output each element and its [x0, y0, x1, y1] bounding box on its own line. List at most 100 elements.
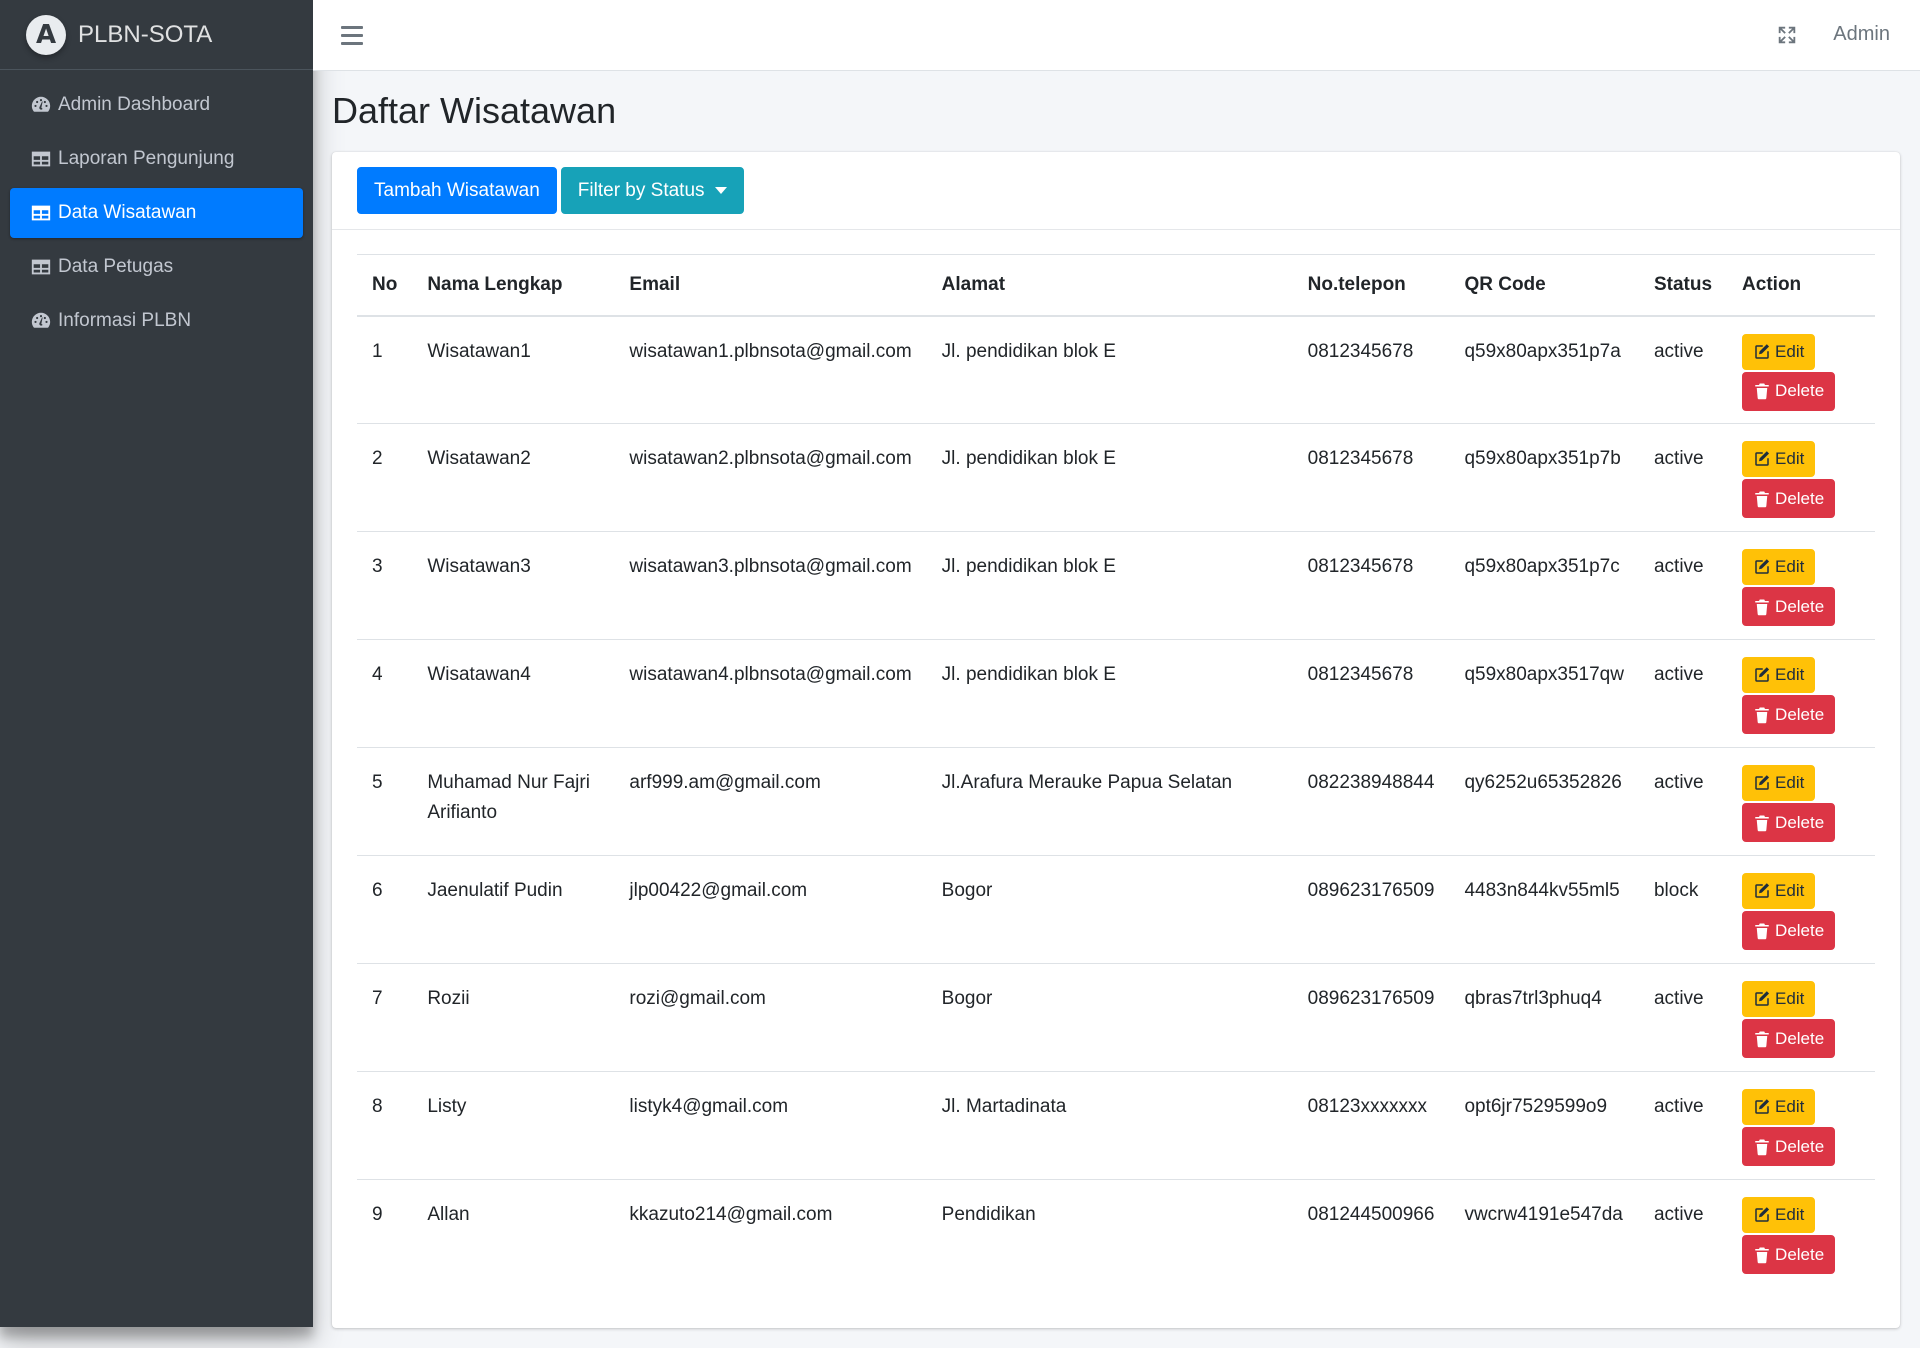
page-title: Daftar Wisatawan	[332, 90, 617, 131]
delete-button[interactable]: Delete	[1742, 371, 1836, 411]
sidebar-item-label: Admin Dashboard	[58, 94, 211, 115]
status-cell: active	[1638, 315, 1728, 424]
full-name-cell: Wisatawan3	[412, 531, 615, 640]
topbar: Admin	[313, 0, 1920, 71]
edit-label: Edit	[1775, 1097, 1805, 1116]
brand-link[interactable]: A PLBN-SOTA	[0, 0, 313, 70]
sidebar-item-label: Laporan Pengunjung	[58, 148, 235, 169]
edit-button[interactable]: Edit	[1742, 765, 1816, 801]
action-cell: Edit Delete	[1727, 315, 1875, 424]
phone-number-cell: 08123xxxxxxx	[1292, 1071, 1450, 1180]
edit-icon	[1753, 882, 1775, 900]
qr-code-cell: qbras7trl3phuq4	[1449, 963, 1639, 1072]
full-name-cell: Jaenulatif Pudin	[412, 855, 615, 964]
qr-code-cell: opt6jr7529599o9	[1449, 1071, 1639, 1180]
sidebar: A PLBN-SOTA Admin Dashboard Laporan Pengu…	[0, 0, 313, 1327]
delete-button[interactable]: Delete	[1742, 1019, 1836, 1058]
sidebar-item-informasi-plbn[interactable]: Informasi PLBN	[10, 296, 303, 346]
table-row: 6 Jaenulatif Pudin jlp00422@gmail.com Bogor…	[357, 855, 1875, 964]
sidebar-item-label: Data Petugas	[58, 256, 174, 277]
phone-number-cell: 0812345678	[1292, 639, 1450, 748]
edit-button[interactable]: Edit	[1742, 981, 1816, 1017]
sidebar-item-data-wisatawan[interactable]: Data Wisatawan	[10, 188, 303, 238]
delete-button[interactable]: Delete	[1742, 1235, 1836, 1274]
edit-button[interactable]: Edit	[1742, 873, 1816, 909]
column-header-no: No	[357, 254, 413, 317]
email-cell: wisatawan1.plbnsota@gmail.com	[614, 315, 927, 424]
delete-button[interactable]: Delete	[1742, 587, 1836, 626]
status-cell: active	[1638, 423, 1728, 532]
address-cell: Jl. pendidikan blok E	[926, 315, 1293, 424]
qr-code-cell: vwcrw4191e547da	[1464, 1204, 1623, 1225]
address-cell: Jl. Martadinata	[926, 1071, 1293, 1180]
edit-icon	[1753, 343, 1775, 361]
admin-user-link[interactable]: Admin	[1833, 23, 1890, 46]
delete-button[interactable]: Delete	[1742, 479, 1836, 518]
row-number-cell: 9	[372, 1204, 383, 1225]
delete-label: Delete	[1775, 381, 1825, 400]
delete-label: Delete	[1775, 812, 1825, 832]
table-icon	[30, 256, 52, 278]
sidebar-item-label: Informasi PLBN	[58, 310, 192, 331]
sidebar-item-laporan-pengunjung[interactable]: Laporan Pengunjung	[10, 134, 303, 184]
fullscreen-icon[interactable]	[1776, 24, 1798, 46]
email-cell: wisatawan4.plbnsota@gmail.com	[614, 639, 927, 748]
status-cell: active	[1638, 747, 1728, 856]
trash-icon	[1753, 814, 1775, 832]
filter-status-label: Filter by Status	[577, 179, 705, 201]
table-body: 1 Wisatawan1 wisatawan1.plbnsota@gmail.com…	[357, 315, 1875, 1288]
brand-logo-letter: A	[35, 19, 57, 50]
edit-icon	[1753, 1098, 1775, 1116]
delete-button[interactable]: Delete	[1742, 1127, 1836, 1166]
edit-button[interactable]: Edit	[1742, 441, 1816, 477]
action-cell: Edit Delete	[1727, 1180, 1875, 1288]
sidebar-nav: Admin Dashboard Laporan Pengunjung Data Wi…	[0, 70, 313, 346]
qr-code-cell: q59x80apx3517qw	[1449, 639, 1639, 748]
trash-icon	[1753, 598, 1775, 616]
delete-label: Delete	[1775, 920, 1825, 940]
action-cell: Edit Delete	[1727, 855, 1875, 964]
phone-number-cell: 082238948844	[1292, 747, 1450, 856]
edit-label: Edit	[1775, 557, 1805, 576]
trash-icon	[1753, 382, 1775, 400]
card-toolbar: Tambah Wisatawan Filter by Status	[332, 152, 1900, 230]
filter-status-dropdown[interactable]: Filter by Status	[560, 167, 744, 214]
edit-button[interactable]: Edit	[1742, 657, 1816, 693]
trash-icon	[1753, 706, 1775, 724]
delete-button[interactable]: Delete	[1742, 911, 1836, 950]
email-cell: rozi@gmail.com	[614, 963, 927, 1072]
edit-label: Edit	[1775, 449, 1805, 468]
edit-label: Edit	[1775, 881, 1805, 900]
column-header-email: Email	[614, 254, 927, 317]
sidebar-item-label: Data Wisatawan	[58, 202, 197, 223]
delete-label: Delete	[1775, 1244, 1825, 1264]
full-name-cell: Listy	[412, 1071, 615, 1180]
sidebar-item-data-petugas[interactable]: Data Petugas	[10, 242, 303, 292]
edit-icon	[1753, 990, 1775, 1008]
full-name-cell: Rozii	[412, 963, 615, 1072]
edit-icon	[1753, 558, 1775, 576]
address-cell: Jl.Arafura Merauke Papua Selatan	[926, 747, 1293, 856]
edit-button[interactable]: Edit	[1742, 333, 1816, 370]
delete-button[interactable]: Delete	[1742, 695, 1836, 734]
status-cell: block	[1638, 855, 1728, 964]
column-header-nama-lengkap: Nama Lengkap	[412, 254, 615, 317]
delete-button[interactable]: Delete	[1742, 803, 1836, 842]
row-number-cell: 4	[357, 639, 413, 748]
edit-button[interactable]: Edit	[1742, 1089, 1816, 1125]
row-number-cell: 6	[357, 855, 413, 964]
edit-button[interactable]: Edit	[1742, 549, 1816, 585]
qr-code-cell: q59x80apx351p7b	[1449, 423, 1639, 532]
action-cell: Edit Delete	[1727, 423, 1875, 532]
sidebar-item-admin-dashboard[interactable]: Admin Dashboard	[10, 80, 303, 130]
menu-toggle-icon[interactable]	[341, 22, 363, 48]
phone-number-cell: 0812345678	[1292, 423, 1450, 532]
wisatawan-table: No Nama Lengkap Email Alamat No.telepon QR Co…	[357, 254, 1875, 1288]
address-cell: Jl. pendidikan blok E	[926, 423, 1293, 532]
content-card: Tambah Wisatawan Filter by Status No Nama…	[332, 152, 1900, 1328]
tachometer-icon	[30, 310, 52, 332]
column-header-action: Action	[1727, 254, 1875, 317]
table-header-row: No Nama Lengkap Email Alamat No.telepon QR Co…	[357, 254, 1875, 317]
edit-button[interactable]: Edit	[1742, 1197, 1816, 1233]
add-wisatawan-button[interactable]: Tambah Wisatawan	[357, 167, 557, 214]
